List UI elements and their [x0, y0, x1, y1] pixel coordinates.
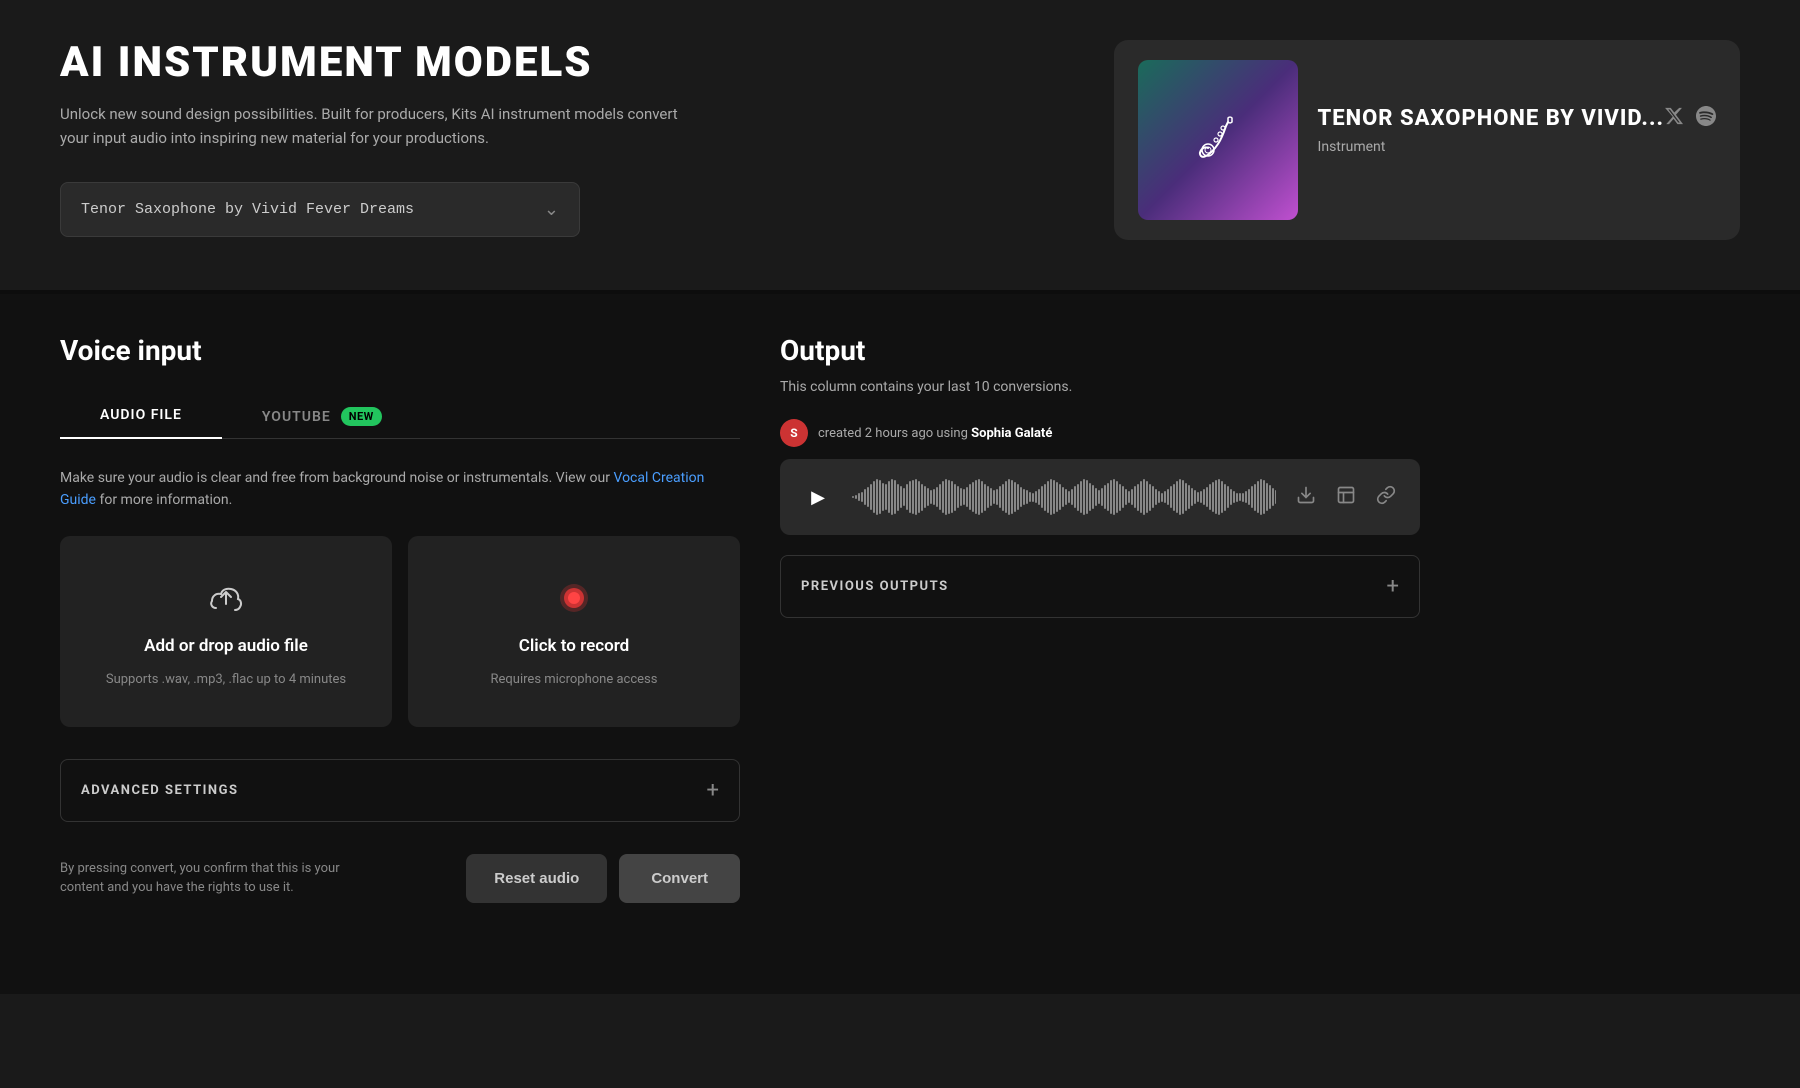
record-box-title: Click to record: [519, 636, 629, 656]
advanced-settings[interactable]: ADVANCED SETTINGS +: [60, 759, 740, 822]
output-subtitle: This column contains your last 10 conver…: [780, 379, 1420, 395]
model-card-type: Instrument: [1318, 139, 1664, 155]
audio-player: ▶: [780, 459, 1420, 535]
page-title: AI INSTRUMENT MODELS: [60, 40, 780, 86]
expand-previous-icon: +: [1387, 574, 1399, 599]
chevron-down-icon: ⌄: [544, 199, 559, 220]
model-selector[interactable]: Tenor Saxophone by Vivid Fever Dreams ⌄: [60, 182, 580, 237]
avatar: S: [780, 419, 808, 447]
convert-button[interactable]: Convert: [619, 854, 740, 903]
footer-actions: By pressing convert, you confirm that th…: [60, 854, 740, 903]
voice-input-title: Voice input: [60, 334, 740, 367]
model-info: TENOR SAXOPHONE BY VIVID... Instrument: [1318, 106, 1716, 175]
model-thumbnail: [1138, 60, 1298, 220]
upload-icon: [204, 576, 248, 620]
record-box[interactable]: Click to record Requires microphone acce…: [408, 536, 740, 727]
action-buttons: Reset audio Convert: [466, 854, 740, 903]
upload-boxes: Add or drop audio file Supports .wav, .m…: [60, 536, 740, 727]
model-social-icons: [1664, 106, 1716, 131]
footer-disclaimer: By pressing convert, you confirm that th…: [60, 859, 360, 898]
page-subtitle: Unlock new sound design possibilities. B…: [60, 102, 700, 150]
output-title: Output: [780, 334, 1420, 367]
expand-icon: +: [707, 778, 719, 803]
tab-youtube[interactable]: YOUTUBE New: [222, 395, 422, 438]
bottom-section: Voice input AUDIO FILE YOUTUBE New Make …: [0, 294, 1800, 994]
download-button[interactable]: [1292, 481, 1320, 514]
reset-audio-button[interactable]: Reset audio: [466, 854, 607, 903]
left-header: AI INSTRUMENT MODELS Unlock new sound de…: [60, 40, 780, 237]
output-panel: Output This column contains your last 10…: [780, 334, 1420, 954]
tab-audio-file[interactable]: AUDIO FILE: [60, 395, 222, 438]
previous-outputs-label: PREVIOUS OUTPUTS: [801, 579, 949, 594]
copy-link-button[interactable]: [1372, 481, 1400, 514]
top-section: AI INSTRUMENT MODELS Unlock new sound de…: [0, 0, 1800, 290]
twitter-icon[interactable]: [1664, 106, 1684, 131]
upload-box-title: Add or drop audio file: [144, 636, 308, 656]
record-icon: [552, 576, 596, 620]
model-selector-value: Tenor Saxophone by Vivid Fever Dreams: [81, 201, 414, 218]
previous-outputs[interactable]: PREVIOUS OUTPUTS +: [780, 555, 1420, 618]
input-note: Make sure your audio is clear and free f…: [60, 467, 740, 512]
record-box-subtitle: Requires microphone access: [491, 672, 658, 687]
creator-text: created 2 hours ago using Sophia Galaté: [818, 426, 1052, 441]
play-button[interactable]: ▶: [800, 479, 836, 515]
spotify-icon[interactable]: [1696, 106, 1716, 131]
saxophone-icon: [1188, 110, 1248, 170]
player-actions: [1292, 481, 1400, 514]
model-card: TENOR SAXOPHONE BY VIVID... Instrument: [1114, 40, 1740, 240]
save-to-library-button[interactable]: [1332, 481, 1360, 514]
upload-file-box[interactable]: Add or drop audio file Supports .wav, .m…: [60, 536, 392, 727]
model-card-title: TENOR SAXOPHONE BY VIVID...: [1318, 106, 1664, 131]
waveform: [852, 477, 1276, 517]
advanced-settings-label: ADVANCED SETTINGS: [81, 783, 238, 798]
tabs: AUDIO FILE YOUTUBE New: [60, 395, 740, 439]
upload-box-subtitle: Supports .wav, .mp3, .flac up to 4 minut…: [106, 672, 346, 687]
voice-input-panel: Voice input AUDIO FILE YOUTUBE New Make …: [60, 334, 740, 954]
output-creator: S created 2 hours ago using Sophia Galat…: [780, 419, 1420, 447]
new-badge: New: [341, 407, 382, 426]
